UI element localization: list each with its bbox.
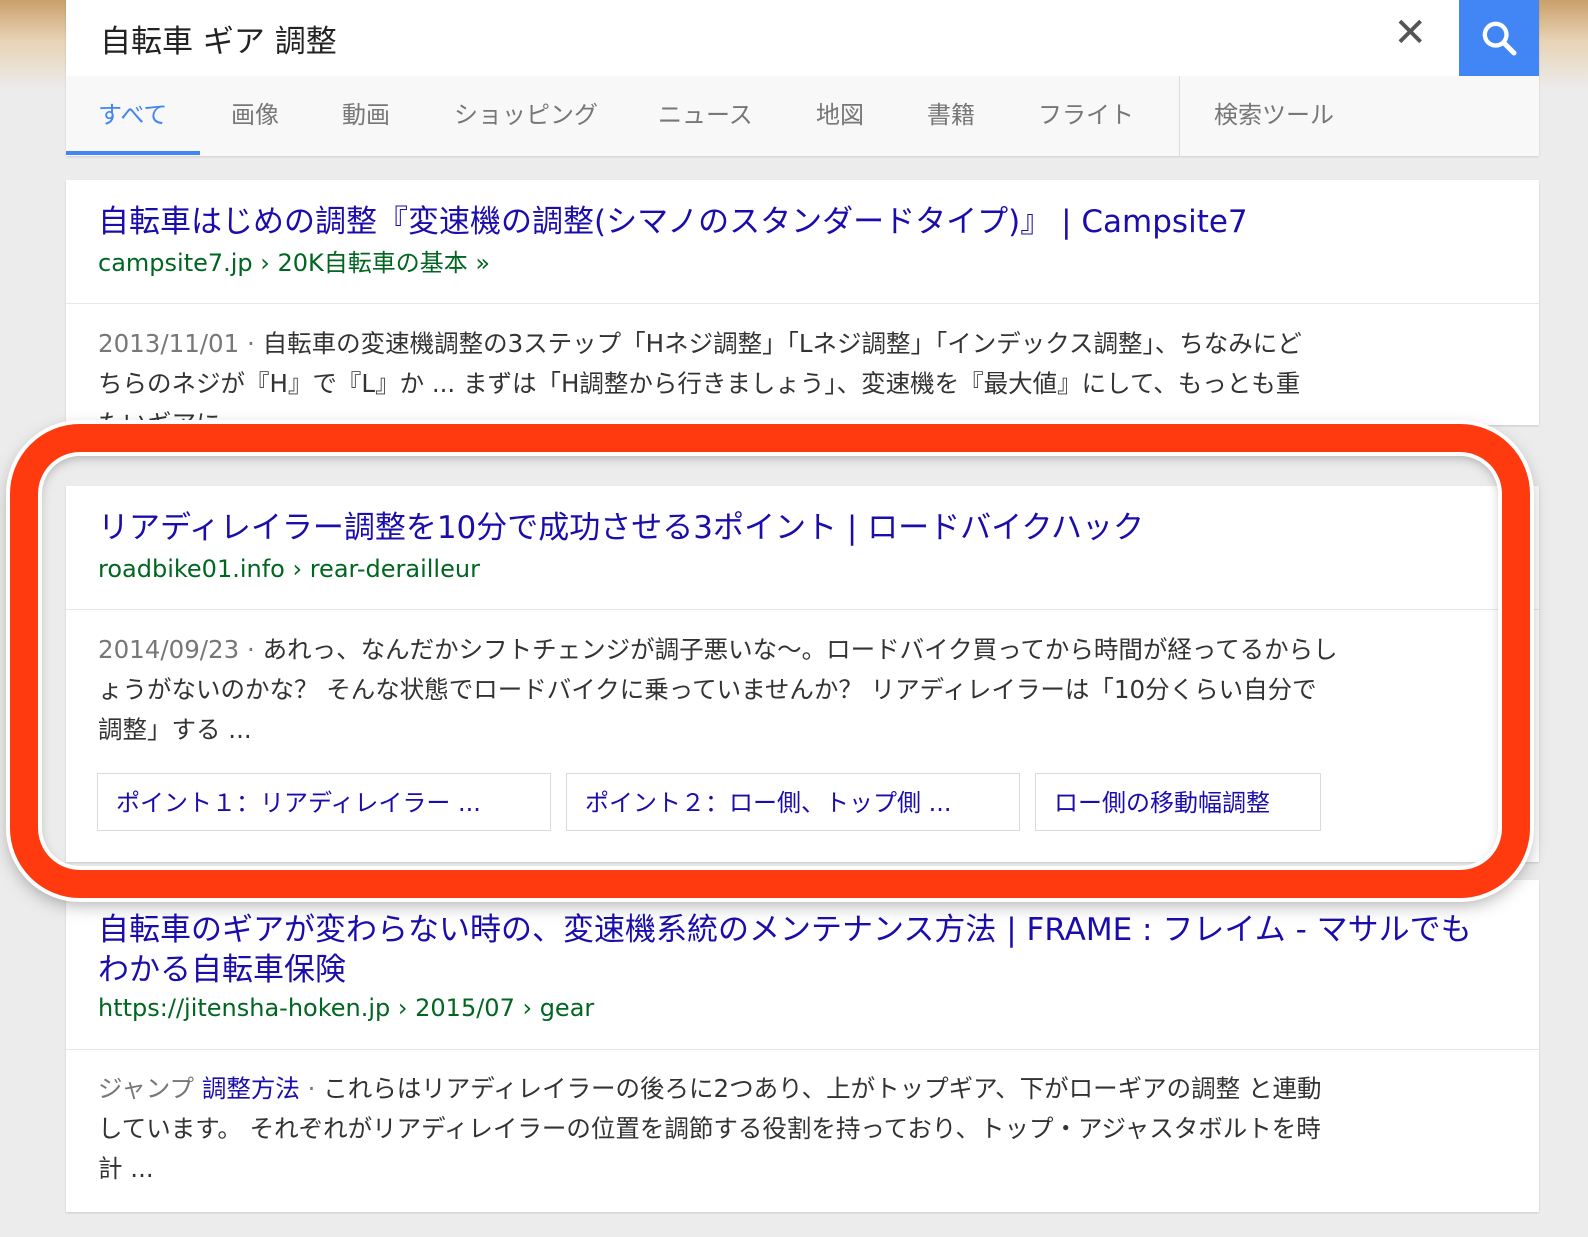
result-snippet: 2013/11/01 · 自転車の変速機調整の3ステップ「Hネジ調整」「Lネジ調… bbox=[98, 329, 1302, 425]
result-snippet: 2014/09/23 · あれっ、なんだかシフトチェンジが調子悪いな〜。ロードバ… bbox=[98, 635, 1338, 744]
tab-maps[interactable]: 地図 bbox=[816, 76, 864, 156]
active-tab-indicator bbox=[66, 151, 200, 155]
search-tabs: すべて 画像 動画 ショッピング ニュース 地図 書籍 フライト 検索ツール bbox=[66, 76, 1539, 156]
sitelink-low-side[interactable]: ロー側の移動幅調整 bbox=[1035, 773, 1321, 831]
result-title-link[interactable]: 自転車のギアが変わらない時の、変速機系統のメンテナンス方法 | FRAME : … bbox=[98, 910, 1472, 990]
tab-books[interactable]: 書籍 bbox=[927, 76, 975, 156]
search-input[interactable]: 自転車 ギア 調整 bbox=[100, 16, 337, 61]
search-result-card-highlighted: リアディレイラー調整を10分で成功させる3ポイント | ロードバイクハック ro… bbox=[66, 486, 1539, 862]
search-icon bbox=[1482, 21, 1517, 56]
jump-label: ジャンプ bbox=[98, 1074, 195, 1103]
result-title-link[interactable]: 自転車はじめの調整『変速機の調整(シマノのスタンダードタイプ)』 | Camps… bbox=[98, 202, 1248, 242]
search-result-card: 自転車はじめの調整『変速機の調整(シマノのスタンダードタイプ)』 | Camps… bbox=[66, 180, 1539, 425]
sitelink-point-2[interactable]: ポイント２：ロー側、トップ側 ... bbox=[566, 773, 1020, 831]
result-url[interactable]: https://jitensha-hoken.jp › 2015/07 › ge… bbox=[98, 993, 594, 1023]
close-icon[interactable]: ✕ bbox=[1393, 10, 1427, 56]
tab-flights[interactable]: フライト bbox=[1038, 76, 1134, 156]
tab-shopping[interactable]: ショッピング bbox=[454, 76, 598, 156]
divider bbox=[66, 609, 1539, 610]
tab-videos[interactable]: 動画 bbox=[342, 76, 390, 156]
result-date: 2014/09/23 · bbox=[98, 635, 255, 664]
result-url[interactable]: campsite7.jp › 20K自転車の基本 » bbox=[98, 248, 490, 278]
tab-images[interactable]: 画像 bbox=[231, 76, 279, 156]
result-snippet: ジャンプ 調整方法 · これらはリアディレイラーの後ろに2つあり、上がトップギア… bbox=[98, 1074, 1322, 1183]
search-result-card: 自転車のギアが変わらない時の、変速機系統のメンテナンス方法 | FRAME : … bbox=[66, 880, 1539, 1212]
tab-all[interactable]: すべて bbox=[98, 76, 167, 156]
result-date: 2013/11/01 · bbox=[98, 329, 255, 358]
tab-news[interactable]: ニュース bbox=[658, 76, 753, 156]
sitelink-point-1[interactable]: ポイント１：リアディレイラー ... bbox=[97, 773, 551, 831]
tab-divider bbox=[1179, 76, 1180, 156]
tab-search-tools[interactable]: 検索ツール bbox=[1214, 76, 1334, 156]
divider bbox=[66, 303, 1539, 304]
search-bar: 自転車 ギア 調整 ✕ bbox=[66, 0, 1539, 76]
divider bbox=[66, 1049, 1539, 1050]
jump-link[interactable]: 調整方法 bbox=[202, 1074, 300, 1103]
result-title-link[interactable]: リアディレイラー調整を10分で成功させる3ポイント | ロードバイクハック bbox=[98, 508, 1144, 548]
search-button[interactable] bbox=[1459, 0, 1539, 76]
result-url[interactable]: roadbike01.info › rear-derailleur bbox=[98, 554, 480, 584]
